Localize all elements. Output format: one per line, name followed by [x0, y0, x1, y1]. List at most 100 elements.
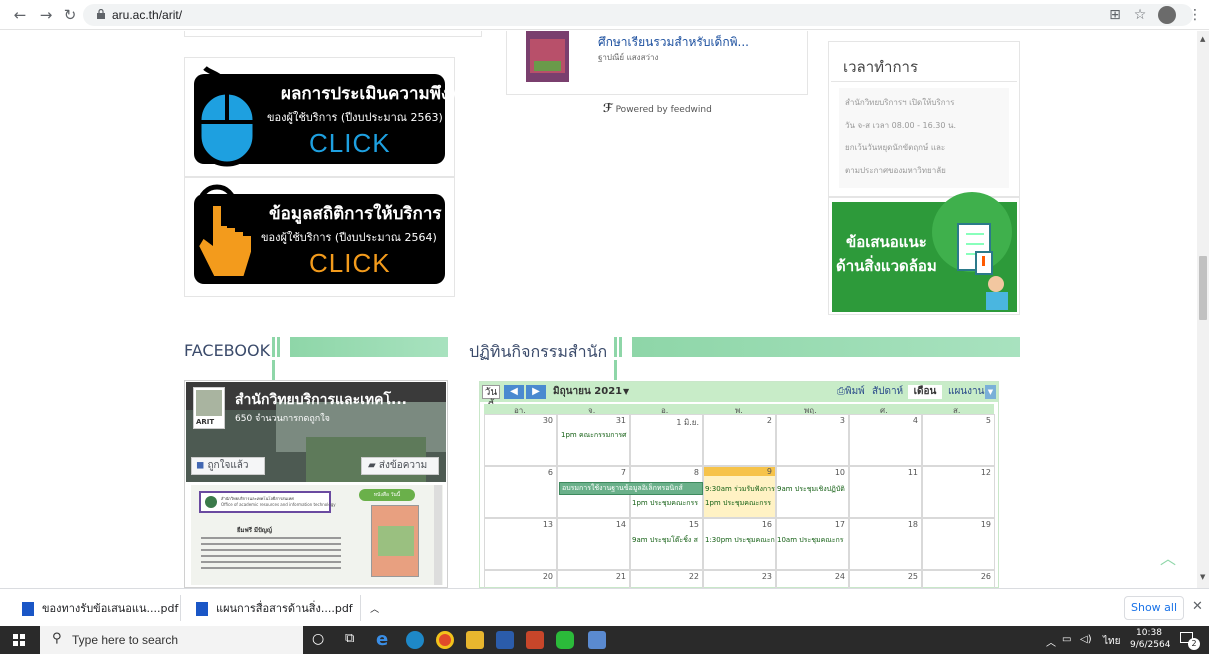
- profile-avatar[interactable]: [1158, 6, 1176, 24]
- file-explorer-icon[interactable]: [466, 631, 484, 649]
- calendar-view-month[interactable]: เดือน: [908, 385, 942, 399]
- word-app-icon[interactable]: [496, 631, 514, 649]
- calendar-view-agenda[interactable]: แผนงาน: [948, 385, 984, 399]
- calendar-day-cell[interactable]: 11: [849, 466, 922, 518]
- calendar-print-button[interactable]: ⎙พิมพ์: [837, 385, 865, 399]
- calendar-event[interactable]: 1pm ประชุมคณะกรร: [705, 498, 775, 509]
- edge-browser-icon[interactable]: [406, 631, 424, 649]
- windows-start-icon[interactable]: [13, 634, 25, 646]
- clock-time[interactable]: 10:38: [1136, 628, 1162, 638]
- statistics-click-label[interactable]: CLICK: [309, 248, 391, 279]
- calendar-event-allday[interactable]: อบรมการใช้งานฐานข้อมูลอิเล็กทรอนิกส์: [559, 482, 703, 495]
- calendar-event[interactable]: 1pm ประชุมคณะกรร: [632, 498, 702, 509]
- cortana-icon[interactable]: ○: [312, 631, 324, 647]
- facebook-page-name[interactable]: สำนักวิทยบริการและเทคโ...: [235, 389, 407, 411]
- environment-feedback-banner[interactable]: ข้อเสนอแนะ ด้านสิ่งแวดล้อม: [832, 192, 1017, 312]
- calendar-day-cell[interactable]: 14: [557, 518, 630, 570]
- statistics-banner-card[interactable]: ข้อมูลสถิติการให้บริการ ของผู้ใช้บริการ …: [184, 177, 455, 297]
- calendar-day-cell[interactable]: 20: [484, 570, 557, 588]
- reload-icon[interactable]: ↻: [62, 7, 78, 23]
- calendar-day-cell[interactable]: 19: [922, 518, 995, 570]
- taskbar-search-box[interactable]: ⚲ Type here to search: [40, 626, 303, 654]
- calendar-event[interactable]: 9:30am ร่วมรับฟังการ: [705, 484, 775, 495]
- calendar-today-button[interactable]: วันนี้: [482, 385, 500, 412]
- forward-icon[interactable]: →: [38, 7, 54, 23]
- input-language[interactable]: ไทย: [1103, 634, 1120, 649]
- show-all-downloads-button[interactable]: Show all: [1124, 596, 1184, 620]
- volume-icon[interactable]: ◁): [1080, 634, 1092, 645]
- calendar-next-button[interactable]: ▶: [526, 385, 546, 399]
- calendar-day-cell[interactable]: 25: [849, 570, 922, 588]
- calendar-views-dropdown-icon[interactable]: ▼: [985, 385, 996, 399]
- calendar-month-label[interactable]: มิถุนายน 2021: [553, 385, 622, 399]
- facebook-post-scrollbar[interactable]: [434, 485, 442, 585]
- calendar-day-number: 7: [620, 468, 626, 477]
- calendar-day-cell[interactable]: 6: [484, 466, 557, 518]
- clock-date[interactable]: 9/6/2564: [1130, 640, 1170, 650]
- google-calendar[interactable]: วันนี้ ◀ ▶ มิถุนายน 2021 ▼ ⎙พิมพ์ สัปดาห…: [479, 381, 999, 588]
- calendar-day-cell[interactable]: 13: [484, 518, 557, 570]
- calendar-view-week[interactable]: สัปดาห์: [872, 385, 903, 399]
- calendar-day-cell[interactable]: 26: [922, 570, 995, 588]
- facebook-message-button[interactable]: ▰ ส่งข้อความ: [361, 457, 439, 475]
- calendar-day-cell[interactable]: 4: [849, 414, 922, 466]
- powerpoint-app-icon[interactable]: [526, 631, 544, 649]
- download-item-1[interactable]: ของทางรับข้อเสนอแน....pdf ︿: [22, 599, 205, 617]
- close-downloads-icon[interactable]: ✕: [1192, 599, 1203, 614]
- task-view-icon[interactable]: ⧉: [345, 631, 354, 646]
- calendar-prev-button[interactable]: ◀: [504, 385, 524, 399]
- facebook-post-header: สำนักวิทยบริการและเทคโนโลยีสารสนเทศ Offi…: [199, 491, 336, 513]
- scroll-up-icon[interactable]: ▲: [1200, 35, 1205, 43]
- calendar-event[interactable]: 1:30pm ประชุมคณะก: [705, 535, 775, 546]
- facebook-widget[interactable]: ARIT สำนักวิทยบริการและเทคโ... 650 จำนวน…: [184, 380, 448, 588]
- calendar-day-number: 10: [834, 468, 845, 477]
- scroll-top-chevron-icon[interactable]: ︿: [1160, 545, 1176, 569]
- back-icon[interactable]: ←: [12, 7, 28, 23]
- translate-icon[interactable]: ⊞: [1106, 6, 1124, 24]
- facebook-liked-button[interactable]: ◼ ถูกใจแล้ว: [191, 457, 265, 475]
- feed-thumbnail[interactable]: [526, 31, 569, 82]
- calendar-day-cell[interactable]: 21: [557, 570, 630, 588]
- facebook-page-logo[interactable]: ARIT: [193, 387, 225, 429]
- calendar-day-cell[interactable]: 2: [703, 414, 776, 466]
- calendar-day-cell[interactable]: 23: [703, 570, 776, 588]
- feedwind-credit[interactable]: ℱ Powered by feedwind: [603, 101, 712, 115]
- taskbar-search-placeholder: Type here to search: [72, 633, 179, 647]
- pdf-file-icon: [196, 602, 208, 616]
- calendar-event[interactable]: 1pm คณะกรรมการศ: [561, 430, 631, 441]
- scroll-down-icon[interactable]: ▼: [1200, 573, 1205, 581]
- bookmark-star-icon[interactable]: ☆: [1131, 6, 1149, 24]
- satisfaction-click-label[interactable]: CLICK: [309, 128, 391, 159]
- calendar-month-dropdown-icon[interactable]: ▼: [623, 385, 629, 399]
- calendar-day-cell[interactable]: 18: [849, 518, 922, 570]
- chevron-up-icon[interactable]: ︿: [370, 605, 379, 615]
- network-icon[interactable]: ▭: [1062, 634, 1071, 645]
- calendar-day-cell[interactable]: 30: [484, 414, 557, 466]
- calendar-day-cell[interactable]: 12: [922, 466, 995, 518]
- download-item-2[interactable]: แผนการสื่อสารด้านสิ่ง....pdf ︿: [196, 599, 379, 617]
- calendar-day-cell[interactable]: 22: [630, 570, 703, 588]
- satisfaction-banner-card[interactable]: ผลการประเมินความพึงพอใจ ของผู้ใช้บริการ …: [184, 57, 489, 177]
- calendar-day-cell[interactable]: 5: [922, 414, 995, 466]
- chrome-browser-icon[interactable]: [436, 631, 454, 649]
- calendar-day-cell[interactable]: 1 มิ.ย.: [630, 414, 703, 466]
- environment-feedback-card[interactable]: ข้อเสนอแนะ ด้านสิ่งแวดล้อม: [828, 192, 1020, 315]
- line-app-icon[interactable]: [556, 631, 574, 649]
- calendar-event[interactable]: 9am ประชุมโต๊ะชิ้ง ส: [632, 535, 702, 546]
- scrollbar-thumb[interactable]: [1199, 256, 1207, 320]
- pinned-app-icon[interactable]: [588, 631, 606, 649]
- address-bar[interactable]: [83, 4, 1193, 26]
- page-scrollbar[interactable]: ▲ ▼: [1197, 31, 1209, 588]
- feed-item-title[interactable]: ศึกษาเรียนรวมสำหรับเด็กพิ...: [598, 33, 749, 52]
- calendar-day-number: 15: [688, 520, 699, 529]
- facebook-post[interactable]: สำนักวิทยบริการและเทคโนโลยีสารสนเทศ Offi…: [191, 485, 443, 585]
- calendar-event[interactable]: 9am ประชุมเชิงปฏิบัติ: [777, 484, 847, 495]
- ie-browser-icon[interactable]: e: [376, 631, 394, 649]
- facebook-post-org-en: Office of academic resources and informa…: [221, 502, 336, 507]
- notification-icon[interactable]: 2: [1180, 632, 1200, 650]
- calendar-event[interactable]: 10am ประชุมคณะกร: [777, 535, 847, 546]
- menu-dots-icon[interactable]: ⋮: [1186, 6, 1204, 24]
- calendar-day-cell[interactable]: 24: [776, 570, 849, 588]
- tray-chevron-icon[interactable]: ︿: [1046, 634, 1056, 649]
- calendar-day-cell[interactable]: 3: [776, 414, 849, 466]
